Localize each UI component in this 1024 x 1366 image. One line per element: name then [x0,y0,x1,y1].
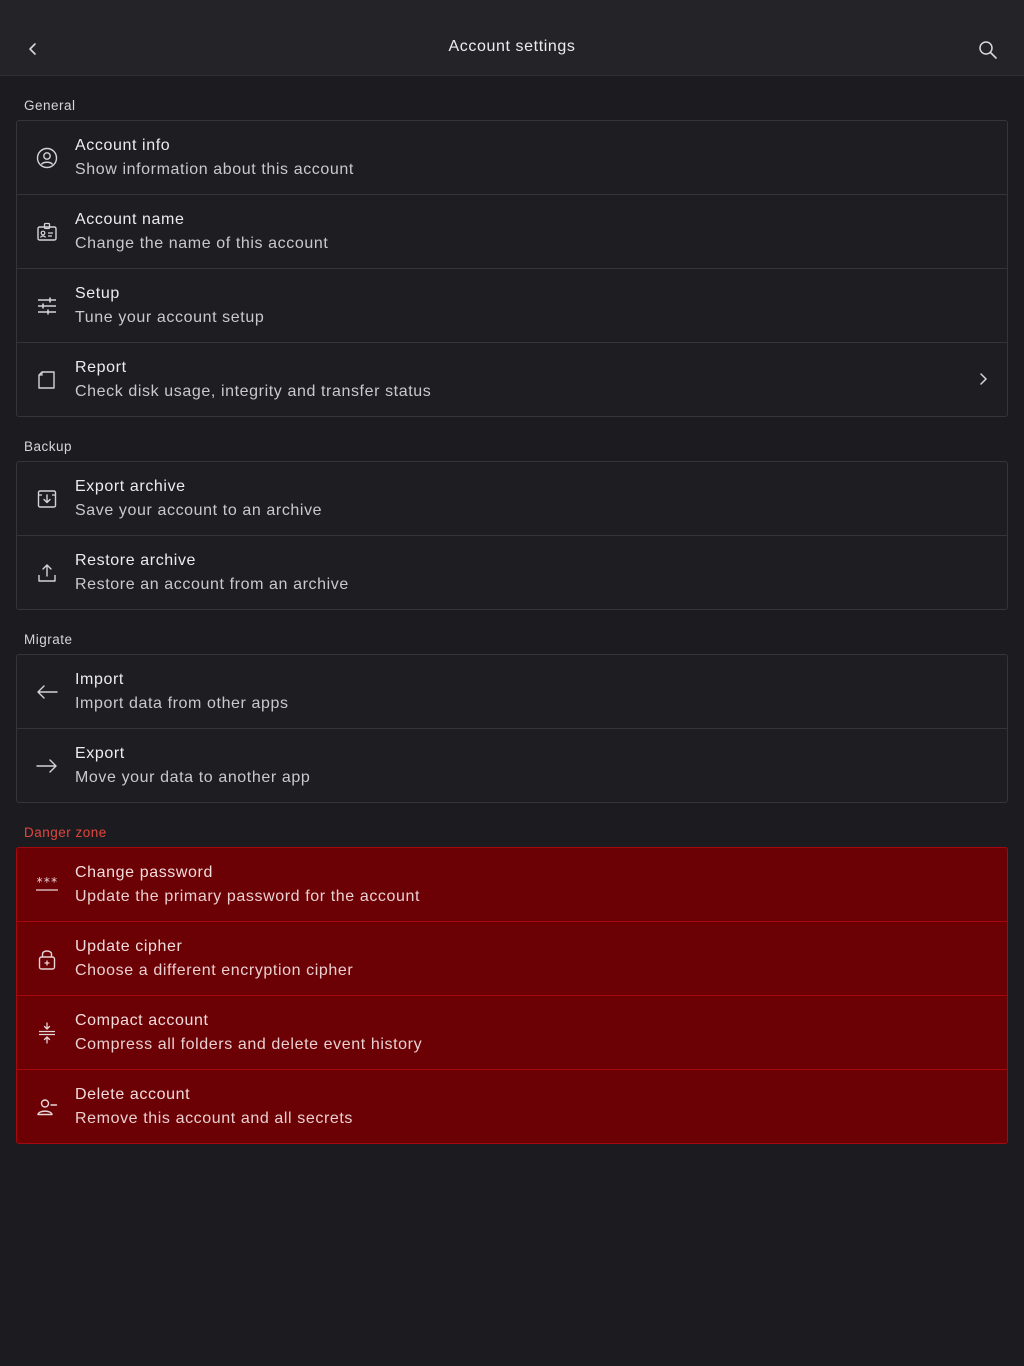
app-bar: Account settings [0,0,1024,76]
user-minus-icon [35,1095,59,1119]
setting-description: Compress all folders and delete event hi… [75,1036,423,1053]
setting-description: Import data from other apps [75,695,289,712]
setting-label: Compact account [75,1012,209,1029]
section-title-general: General [24,98,76,113]
setting-label: Account info [75,137,171,154]
setting-compact-account[interactable]: Compact account Compress all folders and… [17,995,1007,1069]
setting-export[interactable]: Export Move your data to another app [17,728,1007,802]
setting-description: Move your data to another app [75,769,311,786]
search-button[interactable] [976,38,1000,62]
setting-description: Change the name of this account [75,235,329,252]
svg-text:***: *** [36,875,58,889]
setting-label: Restore archive [75,552,197,569]
section-migrate: Import Import data from other apps Expor… [16,654,1008,803]
upload-icon [35,561,59,585]
setting-label: Report [75,359,127,376]
arrow-right-icon [35,754,59,778]
setting-label: Export [75,745,125,762]
chevron-right-icon [973,369,993,389]
section-backup: Export archive Save your account to an a… [16,461,1008,610]
setting-setup[interactable]: Setup Tune your account setup [17,268,1007,342]
setting-delete-account[interactable]: Delete account Remove this account and a… [17,1069,1007,1143]
section-general: Account info Show information about this… [16,120,1008,417]
id-card-icon [35,220,59,244]
section-title-migrate: Migrate [24,632,73,647]
section-title-backup: Backup [24,439,73,454]
setting-export-archive[interactable]: Export archive Save your account to an a… [17,462,1007,535]
setting-description: Save your account to an archive [75,502,323,519]
setting-account-info[interactable]: Account info Show information about this… [17,121,1007,194]
setting-description: Tune your account setup [75,309,265,326]
setting-import[interactable]: Import Import data from other apps [17,655,1007,728]
setting-label: Import [75,671,124,688]
setting-description: Check disk usage, integrity and transfer… [75,383,432,400]
setting-description: Choose a different encryption cipher [75,962,354,979]
setting-description: Show information about this account [75,161,354,178]
setting-report[interactable]: Report Check disk usage, integrity and t… [17,342,1007,416]
setting-update-cipher[interactable]: Update cipher Choose a different encrypt… [17,921,1007,995]
setting-restore-archive[interactable]: Restore archive Restore an account from … [17,535,1007,609]
setting-label: Update cipher [75,938,183,955]
lock-icon [35,947,59,971]
arrow-left-icon [35,680,59,704]
compress-icon [35,1021,59,1045]
search-icon [979,41,997,59]
setting-description: Remove this account and all secrets [75,1110,354,1127]
document-icon [35,368,59,392]
section-danger-zone: *** Change password Update the primary p… [16,847,1008,1144]
setting-label: Setup [75,285,120,302]
archive-download-icon [35,487,59,511]
setting-label: Export archive [75,478,186,495]
setting-account-name[interactable]: Account name Change the name of this acc… [17,194,1007,268]
setting-description: Restore an account from an archive [75,576,349,593]
setting-label: Account name [75,211,185,228]
setting-label: Delete account [75,1086,191,1103]
section-title-danger-zone: Danger zone [24,825,107,840]
settings-list: General Account info Show information ab… [16,76,1008,1144]
password-icon: *** [35,873,59,897]
sliders-icon [35,294,59,318]
setting-description: Update the primary password for the acco… [75,888,421,905]
user-circle-icon [35,146,59,170]
setting-label: Change password [75,864,213,881]
setting-change-password[interactable]: *** Change password Update the primary p… [17,848,1007,921]
page-title: Account settings [448,38,576,55]
